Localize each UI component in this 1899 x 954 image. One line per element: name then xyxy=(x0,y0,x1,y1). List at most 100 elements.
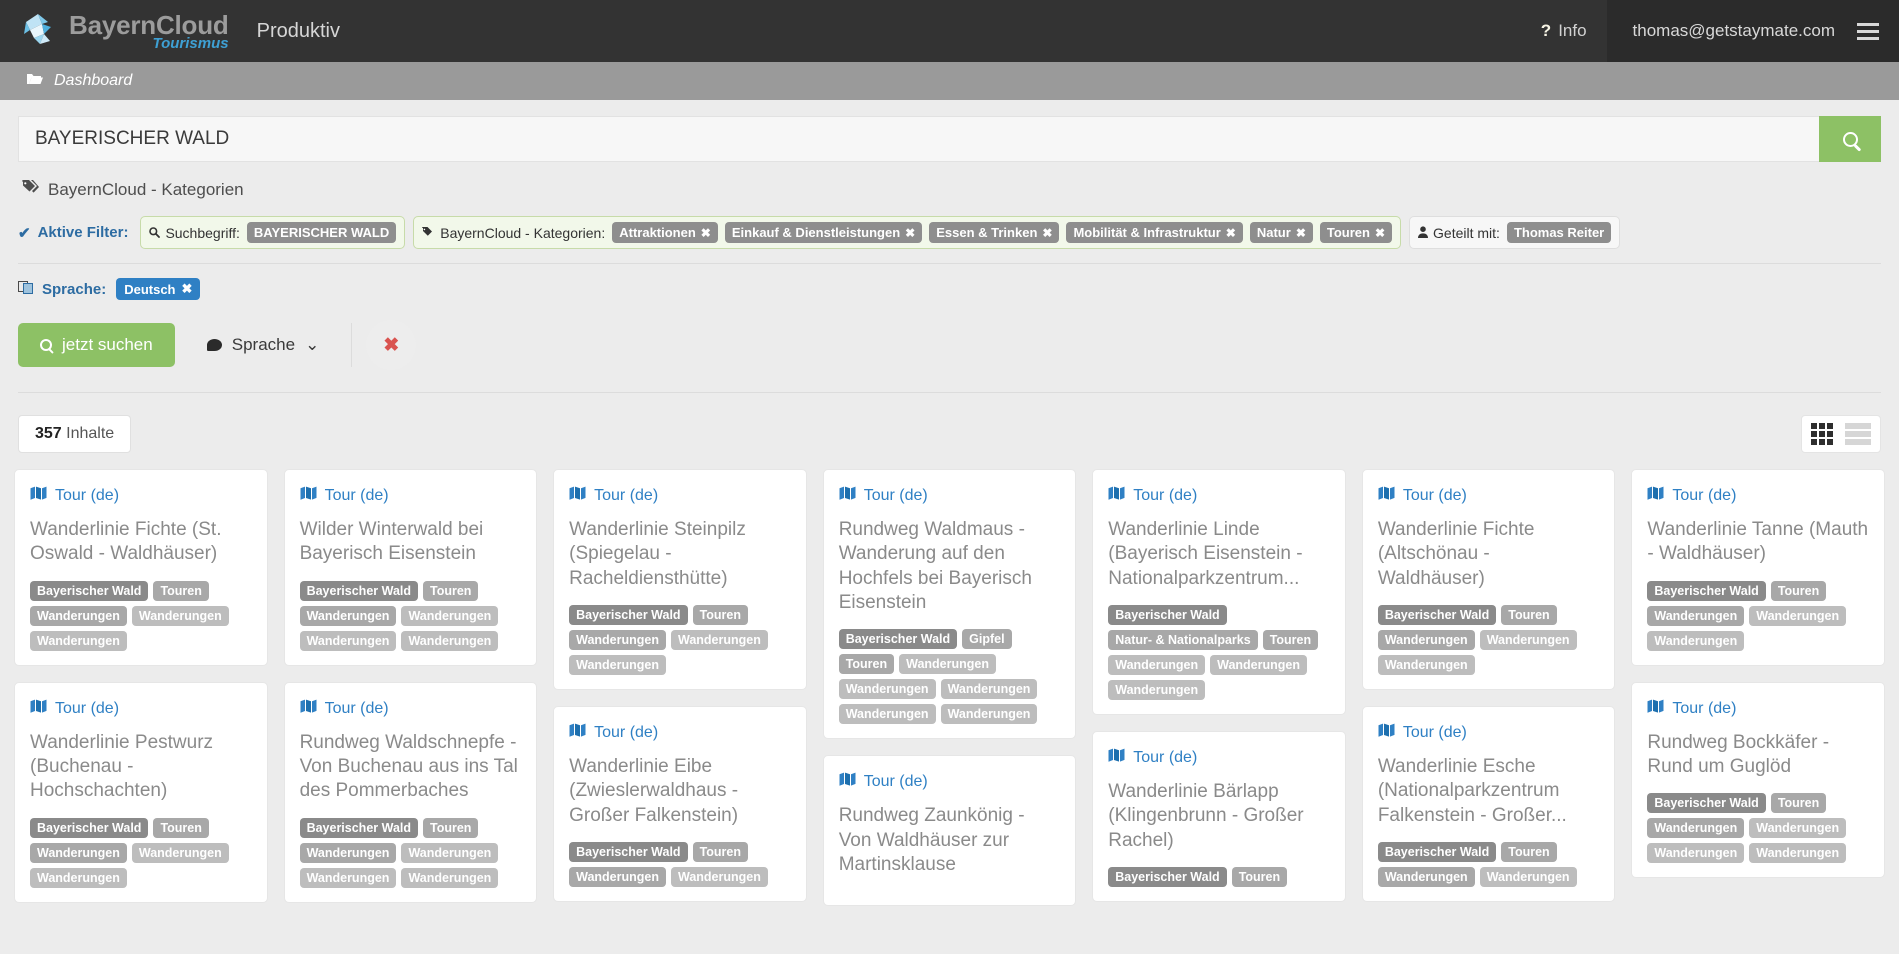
card-title[interactable]: Wanderlinie Pestwurz (Buchenau - Hochsch… xyxy=(30,731,252,804)
remove-filter-icon[interactable]: ✖ xyxy=(905,226,915,240)
card-title[interactable]: Wanderlinie Tanne (Mauth - Waldhäuser) xyxy=(1647,518,1869,567)
card-tag[interactable]: Bayerischer Wald xyxy=(1377,841,1497,862)
card-tag[interactable]: Wanderungen xyxy=(1377,629,1475,650)
hamburger-menu-icon[interactable] xyxy=(1857,22,1879,40)
user-menu[interactable]: thomas@getstaymate.com xyxy=(1606,0,1899,62)
language-chip[interactable]: Deutsch ✖ xyxy=(116,278,201,300)
card-tag[interactable]: Wanderungen xyxy=(838,704,936,725)
search-submit-button[interactable] xyxy=(1819,116,1881,162)
result-card[interactable]: Tour (de) Wanderlinie Steinpilz (Spiegela… xyxy=(553,469,807,690)
card-tag[interactable]: Wanderungen xyxy=(1108,679,1206,700)
card-title[interactable]: Rundweg Waldmaus - Wanderung auf den Hoc… xyxy=(839,518,1061,615)
filter-chip[interactable]: Mobilität & Infrastruktur ✖ xyxy=(1066,222,1243,243)
result-card[interactable]: Tour (de) Wanderlinie Bärlapp (Klingenbru… xyxy=(1092,730,1346,902)
remove-filter-icon[interactable]: ✖ xyxy=(1296,226,1306,240)
card-tag[interactable]: Wanderungen xyxy=(569,866,666,887)
card-tag[interactable]: Wanderungen xyxy=(30,867,127,888)
card-tag[interactable]: Wanderungen xyxy=(299,842,397,863)
card-tag[interactable]: Wanderungen xyxy=(30,605,127,626)
card-tag[interactable]: Touren xyxy=(153,580,209,601)
card-tag[interactable]: Wanderungen xyxy=(940,679,1038,700)
card-tag[interactable]: Touren xyxy=(423,817,479,838)
card-title[interactable]: Wanderlinie Eibe (Zwieslerwaldhaus - Gro… xyxy=(569,755,791,828)
card-tag[interactable]: Touren xyxy=(692,841,749,862)
result-card[interactable]: Tour (de) Wanderlinie Eibe (Zwieslerwaldh… xyxy=(553,705,807,902)
card-tag[interactable]: Bayerischer Wald xyxy=(569,841,688,862)
remove-language-icon[interactable]: ✖ xyxy=(182,281,193,297)
card-tag[interactable]: Wanderungen xyxy=(569,629,666,650)
search-now-button[interactable]: jetzt suchen xyxy=(18,323,175,367)
card-tag[interactable]: Touren xyxy=(1770,580,1827,601)
card-tag[interactable]: Wanderungen xyxy=(838,679,936,700)
list-view-icon[interactable] xyxy=(1845,423,1871,445)
card-tag[interactable]: Wanderungen xyxy=(899,654,996,675)
result-card[interactable]: Tour (de) Wanderlinie Fichte (Altschönau … xyxy=(1361,469,1616,690)
card-tag[interactable]: Wanderungen xyxy=(940,704,1038,725)
card-tag[interactable]: Touren xyxy=(1231,866,1288,887)
card-tag[interactable]: Bayerischer Wald xyxy=(838,629,958,650)
reset-filters-button[interactable]: ✖ xyxy=(366,320,417,370)
card-tag[interactable]: Wanderungen xyxy=(1749,843,1847,864)
card-tag[interactable]: Wanderungen xyxy=(131,605,229,626)
remove-filter-icon[interactable]: ✖ xyxy=(1042,226,1052,240)
card-tag[interactable]: Wanderungen xyxy=(30,842,127,863)
result-card[interactable]: Tour (de) Wanderlinie Fichte (St. Oswald … xyxy=(14,469,268,666)
card-title[interactable]: Wanderlinie Bärlapp (Klingenbrunn - Groß… xyxy=(1108,780,1330,853)
card-tag[interactable]: Wanderungen xyxy=(299,867,397,888)
result-card[interactable]: Tour (de) Wanderlinie Esche (Nationalpark… xyxy=(1361,705,1616,902)
card-tag[interactable]: Touren xyxy=(423,580,479,601)
card-tag[interactable]: Wanderungen xyxy=(1647,818,1745,839)
card-tag[interactable]: Wanderungen xyxy=(401,867,499,888)
filter-chip[interactable]: Natur ✖ xyxy=(1249,222,1313,243)
remove-filter-icon[interactable]: ✖ xyxy=(1375,226,1385,240)
card-tag[interactable]: Wanderungen xyxy=(299,605,397,626)
card-tag[interactable]: Wanderungen xyxy=(1377,866,1475,887)
result-card[interactable]: Tour (de) Rundweg Waldmaus - Wanderung au… xyxy=(822,469,1077,740)
filter-chip[interactable]: Thomas Reiter xyxy=(1506,222,1612,243)
card-tag[interactable]: Wanderungen xyxy=(30,630,127,651)
card-tag[interactable]: Touren xyxy=(838,654,895,675)
card-tag[interactable]: Bayerischer Wald xyxy=(1647,793,1766,814)
card-tag[interactable]: Bayerischer Wald xyxy=(30,817,149,838)
card-title[interactable]: Wanderlinie Fichte (Altschönau - Waldhäu… xyxy=(1378,518,1600,591)
result-card[interactable]: Tour (de) Rundweg Zaunkönig - Von Waldhäu… xyxy=(822,755,1077,907)
card-tag[interactable]: Wanderungen xyxy=(401,605,499,626)
filter-chip[interactable]: BAYERISCHER WALD xyxy=(246,222,397,243)
filter-chip[interactable]: Touren ✖ xyxy=(1319,222,1393,243)
card-tag[interactable]: Gipfel xyxy=(962,629,1012,650)
info-button[interactable]: ? Info xyxy=(1521,0,1607,62)
card-tag[interactable]: Wanderungen xyxy=(1647,605,1745,626)
card-tag[interactable]: Wanderungen xyxy=(1647,630,1745,651)
result-card[interactable]: Tour (de) Wanderlinie Pestwurz (Buchenau … xyxy=(14,681,268,903)
language-dropdown-button[interactable]: Sprache ⌄ xyxy=(189,323,338,367)
card-tag[interactable]: Bayerischer Wald xyxy=(1108,604,1227,625)
card-title[interactable]: Rundweg Waldschnepfe - Von Buchenau aus … xyxy=(300,731,522,804)
card-tag[interactable]: Wanderungen xyxy=(1108,654,1206,675)
card-title[interactable]: Wanderlinie Linde (Bayerisch Eisenstein … xyxy=(1108,518,1330,591)
card-tag[interactable]: Bayerischer Wald xyxy=(1647,580,1766,601)
card-tag[interactable]: Wanderungen xyxy=(1377,654,1475,675)
card-tag[interactable]: Bayerischer Wald xyxy=(1108,866,1227,887)
filter-chip[interactable]: Einkauf & Dienstleistungen ✖ xyxy=(724,222,923,243)
card-tag[interactable]: Touren xyxy=(1501,841,1557,862)
card-tag[interactable]: Bayerischer Wald xyxy=(1377,604,1497,625)
result-card[interactable]: Tour (de) Wanderlinie Tanne (Mauth - Wald… xyxy=(1631,469,1885,666)
card-tag[interactable]: Bayerischer Wald xyxy=(299,580,419,601)
card-title[interactable]: Wanderlinie Esche (Nationalparkzentrum F… xyxy=(1378,755,1600,828)
card-tag[interactable]: Wanderungen xyxy=(671,866,768,887)
result-card[interactable]: Tour (de) Wilder Winterwald bei Bayerisch… xyxy=(283,469,538,666)
card-tag[interactable]: Touren xyxy=(153,817,209,838)
card-tag[interactable]: Bayerischer Wald xyxy=(569,604,688,625)
card-tag[interactable]: Wanderungen xyxy=(131,842,229,863)
card-title[interactable]: Wanderlinie Fichte (St. Oswald - Waldhäu… xyxy=(30,518,252,567)
remove-filter-icon[interactable]: ✖ xyxy=(1226,226,1236,240)
filter-chip[interactable]: Attraktionen ✖ xyxy=(612,222,718,243)
card-title[interactable]: Wilder Winterwald bei Bayerisch Eisenste… xyxy=(300,518,522,567)
card-tag[interactable]: Bayerischer Wald xyxy=(299,817,419,838)
result-card[interactable]: Tour (de) Rundweg Waldschnepfe - Von Buch… xyxy=(283,681,538,903)
brand-logo[interactable]: BayernCloud Tourismus xyxy=(0,10,229,52)
card-title[interactable]: Wanderlinie Steinpilz (Spiegelau - Rache… xyxy=(569,518,791,591)
remove-filter-icon[interactable]: ✖ xyxy=(701,226,711,240)
search-input[interactable] xyxy=(18,116,1819,162)
nav-environment-label[interactable]: Produktiv xyxy=(257,20,340,43)
